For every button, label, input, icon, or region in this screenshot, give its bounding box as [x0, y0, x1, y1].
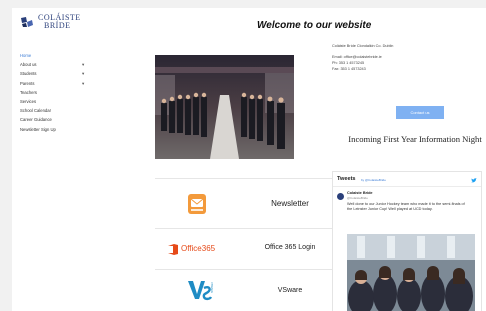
nav-label: School Calendar — [20, 108, 51, 114]
nav-label: About us — [20, 62, 37, 68]
office365-label: Office 365 Login — [264, 244, 316, 251]
newsletter-label: Newsletter — [271, 199, 309, 208]
sidebar: COLÁISTE BRÍDE Home About us ▾ Students ▾ … — [12, 8, 138, 311]
nav-label: Students — [20, 71, 37, 77]
crest-icon — [21, 17, 33, 27]
tweet-text: Well done to our Junior Hockey team who … — [347, 202, 465, 211]
logo-line-2: BRÍDE — [44, 21, 71, 30]
nav-item-parents[interactable]: Parents ▾ — [20, 80, 90, 88]
page: COLÁISTE BRÍDE Home About us ▾ Students ▾ … — [12, 8, 486, 311]
twitter-icon — [471, 178, 477, 183]
avatar[interactable] — [337, 193, 344, 200]
tweet-author[interactable]: Colaiste Bride — [347, 191, 373, 195]
nav-label: Parents — [20, 80, 35, 86]
school-logo[interactable]: COLÁISTE BRÍDE — [20, 14, 90, 36]
nav-item-career-guidance[interactable]: Career Guidance — [20, 116, 90, 124]
tweets-heading: Tweets — [337, 176, 356, 182]
divider — [333, 186, 481, 187]
main-nav: Home About us ▾ Students ▾ Parents ▾ Teache… — [20, 52, 90, 135]
contact-us-button[interactable]: Contact us — [396, 106, 444, 119]
vsware-tile[interactable]: VSWARE VSware — [155, 269, 335, 311]
nav-label: Career Guidance — [20, 117, 52, 123]
contact-fax: Fax: 353 1 4573243 — [332, 67, 366, 71]
office365-brand: Office365 — [181, 244, 216, 253]
nav-label: Services — [20, 98, 37, 104]
tweet-handle[interactable]: @ColaisteBride — [347, 196, 368, 200]
hero-image — [155, 55, 294, 159]
chevron-down-icon: ▾ — [82, 62, 85, 68]
nav-item-students[interactable]: Students ▾ — [20, 70, 90, 78]
tweet-photo[interactable] — [347, 234, 475, 311]
office365-logo-icon — [168, 244, 178, 255]
nav-item-newsletter-sign-up[interactable]: Newsletter Sign Up — [20, 126, 90, 134]
tweets-by-link[interactable]: by @ColaisteBride — [361, 178, 386, 182]
chevron-down-icon: ▾ — [82, 71, 85, 77]
nav-item-services[interactable]: Services — [20, 98, 90, 106]
chevron-down-icon: ▾ — [82, 80, 85, 86]
newsletter-icon — [188, 194, 206, 214]
incoming-first-year-link[interactable]: Incoming First Year Information Night — [344, 134, 486, 145]
newsletter-tile[interactable]: Newsletter — [155, 178, 335, 228]
page-title: Welcome to our website — [257, 20, 372, 31]
nav-item-teachers[interactable]: Teachers — [20, 89, 90, 97]
nav-label: Teachers — [20, 89, 37, 95]
nav-item-about-us[interactable]: About us ▾ — [20, 61, 90, 69]
nav-label: Newsletter Sign Up — [20, 126, 56, 132]
nav-item-home[interactable]: Home — [20, 52, 90, 60]
graduation-ceremony-photo — [155, 55, 294, 159]
vsware-brand: VSWARE — [210, 282, 213, 294]
hockey-team-photo — [347, 234, 475, 311]
twitter-timeline: Tweets by @ColaisteBride Colaiste Bride … — [332, 171, 482, 311]
nav-label: Home — [20, 53, 32, 58]
vsware-label: VSware — [277, 287, 303, 294]
contact-info: Coláiste Bríde Clondalkin Co. Dublin Ema… — [332, 43, 482, 72]
office365-tile[interactable]: Office365 Office 365 Login — [155, 228, 335, 269]
nav-item-school-calendar[interactable]: School Calendar — [20, 107, 90, 115]
logo-text: COLÁISTE BRÍDE — [38, 14, 98, 30]
